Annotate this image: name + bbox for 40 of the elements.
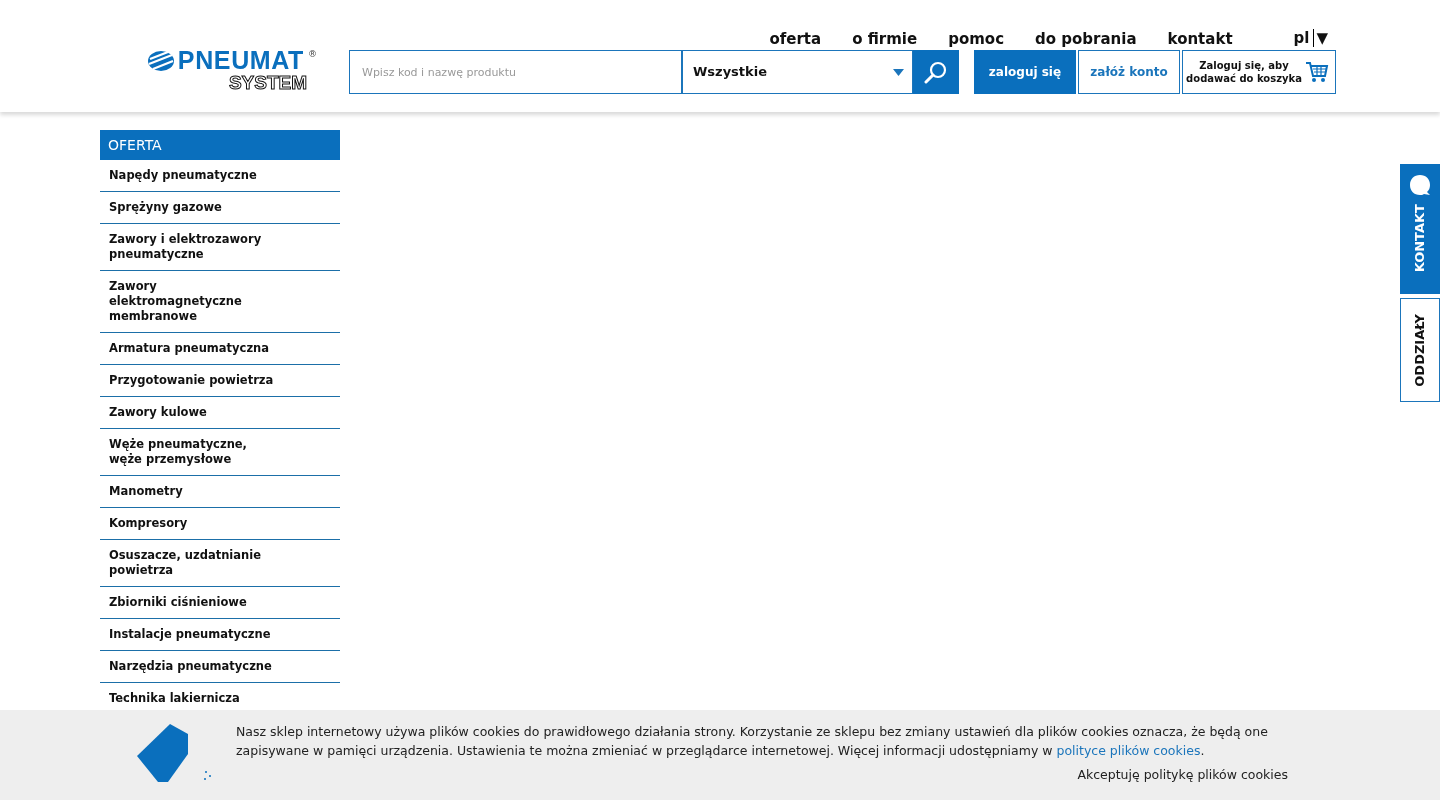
- cart-icon: [1305, 61, 1329, 83]
- category-link[interactable]: Zawory kulowe: [109, 405, 279, 420]
- chat-bubble-icon: [1409, 174, 1431, 196]
- login-button[interactable]: zaloguj się: [974, 50, 1076, 94]
- nav-link[interactable]: do pobrania: [1035, 32, 1137, 47]
- contact-tab[interactable]: KONTAKT: [1400, 164, 1440, 294]
- search-icon: [924, 60, 948, 84]
- category-link[interactable]: Technika lakiernicza: [109, 691, 279, 706]
- search-button[interactable]: [913, 50, 959, 94]
- category-link[interactable]: Manometry: [109, 484, 279, 499]
- category-link[interactable]: Zawory i elektrozawory pneumatyczne: [109, 232, 279, 262]
- striped-circle-icon: [147, 50, 174, 71]
- logo-brand: PNEUMAT: [177, 48, 304, 73]
- branches-tab[interactable]: ODDZIAŁY: [1400, 298, 1440, 402]
- search-field[interactable]: Wpisz kod i nazwę produktu: [349, 50, 682, 94]
- register-button[interactable]: załóż konto: [1078, 50, 1180, 94]
- category-link[interactable]: Zawory elektromagnetyczne membranowe: [109, 279, 279, 324]
- category-link[interactable]: Napędy pneumatyczne: [109, 168, 279, 183]
- registered-mark: ®: [308, 48, 317, 61]
- language-select[interactable]: pl ▼: [1293, 29, 1328, 47]
- category-link[interactable]: Węże pneumatyczne, węże przemysłowe: [109, 437, 279, 467]
- category-link[interactable]: Zbiorniki ciśnieniowe: [109, 595, 279, 610]
- nav-link[interactable]: kontakt: [1167, 32, 1233, 47]
- category-link[interactable]: Narzędzia pneumatyczne: [109, 659, 279, 674]
- category-select[interactable]: Wszystkie: [682, 50, 913, 94]
- category-link[interactable]: Armatura pneumatyczna: [109, 341, 279, 356]
- category-link[interactable]: Instalacje pneumatyczne: [109, 627, 279, 642]
- nav-link[interactable]: oferta: [769, 32, 822, 47]
- nav-link[interactable]: pomoc: [948, 32, 1005, 47]
- category-link[interactable]: Przygotowanie powietrza: [109, 373, 279, 388]
- category-link[interactable]: Sprężyny gazowe: [109, 200, 279, 215]
- cart-button[interactable]: Zaloguj się, aby dodawać do koszyka: [1182, 50, 1336, 94]
- nav-link[interactable]: o firmie: [852, 32, 918, 47]
- category-link[interactable]: Kompresory: [109, 516, 279, 531]
- cookie-notice: Nasz sklep internetowy używa plików cookies do prawidłowego działania strony. Korzystanie ze sklepu bez zmiany ustawień dla plików cookies oznacza, że będą one zapisywane w pamięci urządzenia. Ustawienia te można zmieniać w przeglądarce internetowej. Więcej informacji udostępniamy w polityce plików cookies.: [236, 723, 1269, 760]
- accept-cookies-button[interactable]: Akceptuję politykę plików cookies: [1077, 766, 1288, 785]
- logo-subtitle: SYSTEM: [228, 73, 307, 92]
- caret-icon: [893, 68, 904, 76]
- category-link[interactable]: Osuszacze, uzdatnianie powietrza: [109, 548, 279, 578]
- sidebar-title: OFERTA: [100, 130, 340, 160]
